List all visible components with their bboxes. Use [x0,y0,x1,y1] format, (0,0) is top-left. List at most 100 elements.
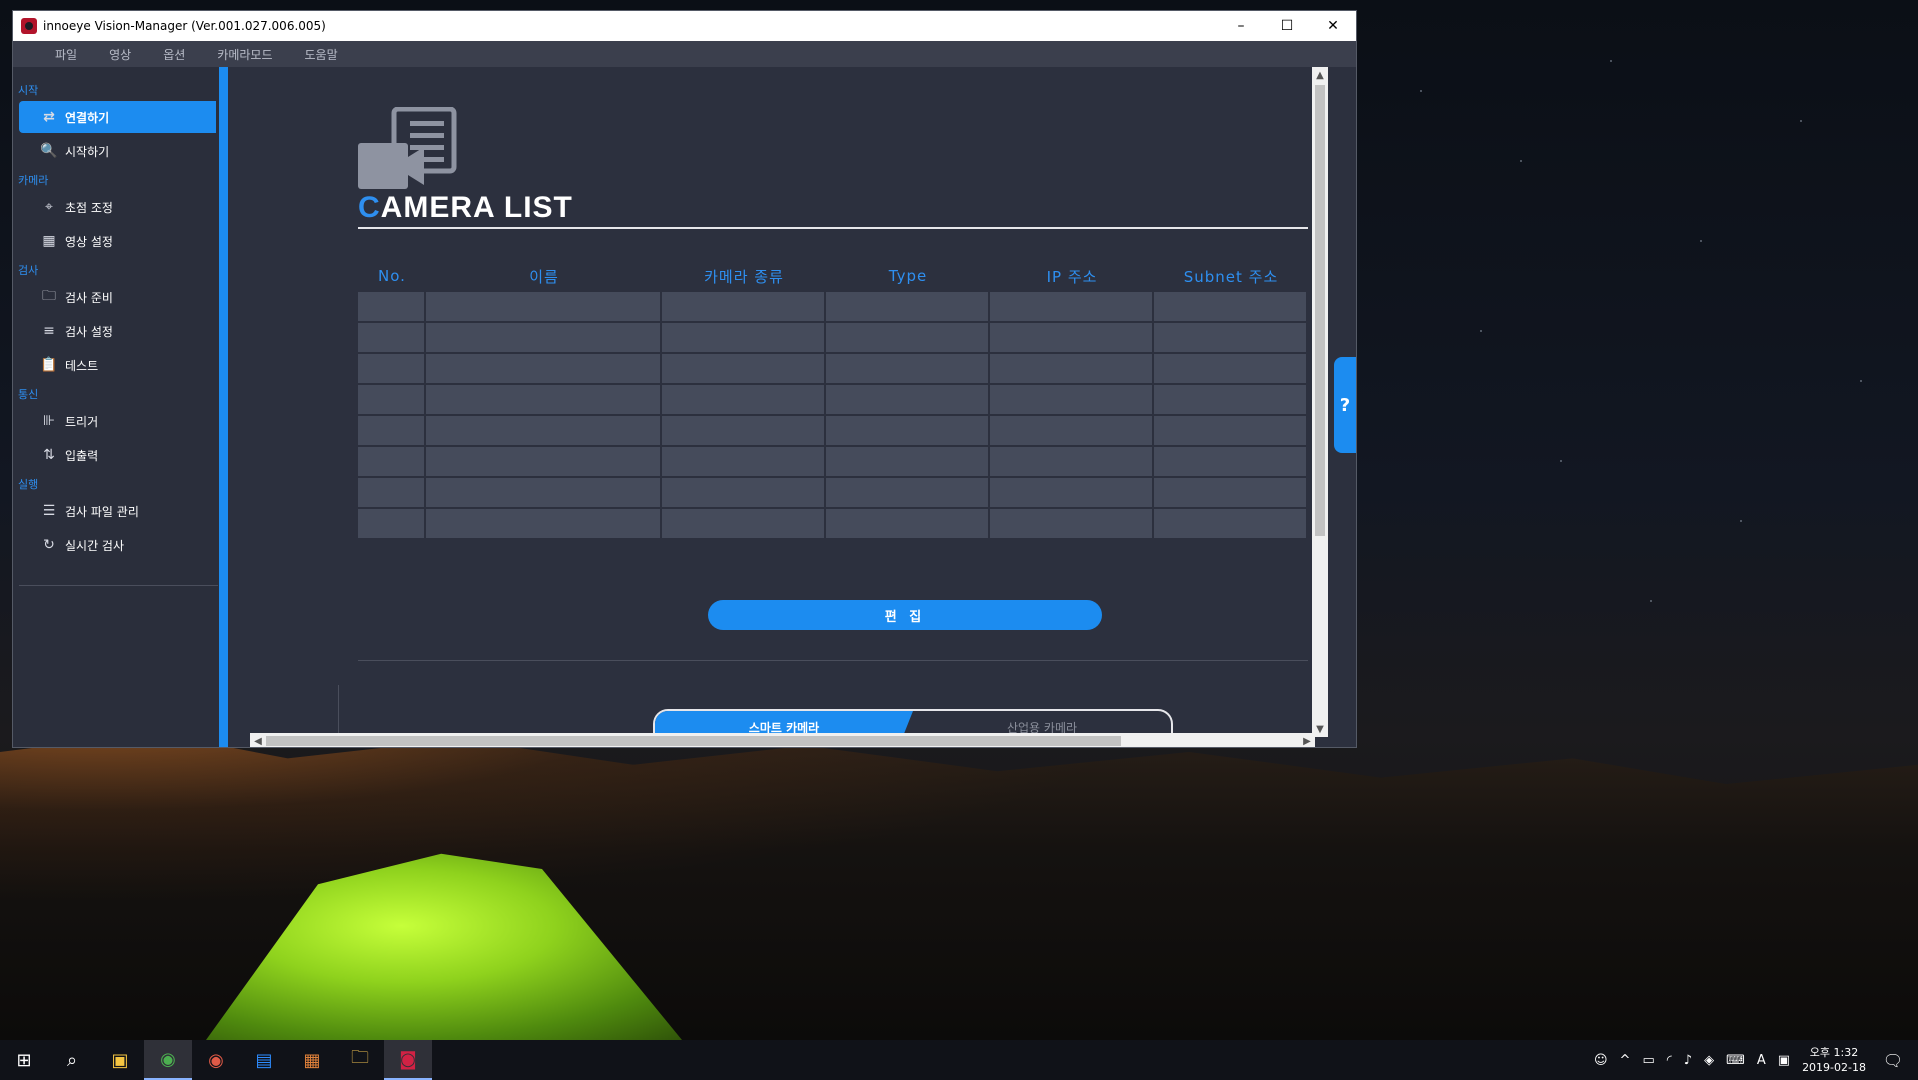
vertical-scrollbar[interactable]: ▲ ▼ [1312,67,1328,737]
table-row[interactable] [358,447,1308,478]
nav-label: 시작하기 [65,144,110,159]
notification-center-icon[interactable]: 🗨 [1878,1051,1908,1070]
menu-file[interactable]: 파일 [43,46,97,63]
folder-icon: 🗀 [42,288,56,304]
table-cell [1154,385,1308,416]
office-icon[interactable]: ▦ [288,1040,336,1080]
vision-manager-taskbar-icon[interactable]: ◙ [384,1040,432,1080]
title-bar[interactable]: innoeye Vision-Manager (Ver.001.027.006.… [13,11,1356,41]
nav-trigger[interactable]: ⊪ 트리거 [19,405,216,437]
connect-arrows-icon: ⇄ [43,109,55,125]
trello-icon[interactable]: ▤ [240,1040,288,1080]
dropbox-icon[interactable]: ◈ [1704,1053,1714,1068]
column-header-type: Type [888,267,928,285]
nav-label: 트리거 [65,414,99,429]
page-title: CAMERA LIST [358,191,573,224]
chrome-icon[interactable]: ◉ [144,1040,192,1080]
table-cell [358,416,426,447]
table-row[interactable] [358,416,1308,447]
volume-icon[interactable]: ♪ [1684,1053,1692,1068]
close-button[interactable]: ✕ [1310,11,1356,41]
ime-mode-icon[interactable]: ▣ [1778,1053,1790,1068]
io-icon: ⇅ [43,447,55,463]
horizontal-scrollbar[interactable]: ◀ ▶ [250,733,1315,747]
sidebar-divider [19,585,218,586]
chevron-up-icon[interactable]: ^ [1620,1053,1631,1068]
table-cell [662,509,826,540]
horizontal-scroll-thumb[interactable] [266,736,1121,746]
trigger-icon: ⊪ [42,413,56,429]
table-cell [426,416,662,447]
nav-label: 검사 설정 [65,324,113,339]
table-header: No. 이름 카메라 종류 Type IP 주소 Subnet 주소 [358,260,1308,292]
table-row[interactable] [358,323,1308,354]
table-cell [358,323,426,354]
list-icon: ☰ [42,503,56,519]
scroll-right-icon[interactable]: ▶ [1299,733,1315,747]
column-header-subnet: Subnet 주소 [1183,267,1279,286]
table-row[interactable] [358,509,1308,540]
nav-focus-adjust[interactable]: ⌖ 초점 조정 [19,191,216,223]
windows-start-icon[interactable]: ⊞ [0,1040,48,1080]
table-cell [1154,478,1308,509]
nav-image-settings[interactable]: ▦ 영상 설정 [19,225,216,257]
section-divider [358,660,1308,661]
nav-getting-started[interactable]: 🔍 시작하기 [19,135,216,167]
menu-video[interactable]: 영상 [97,46,151,63]
vertical-scroll-thumb[interactable] [1315,85,1325,536]
nav-inspection-prep[interactable]: 🗀 검사 준비 [19,281,216,313]
chrome-dev-icon[interactable]: ◉ [192,1040,240,1080]
table-cell [826,478,990,509]
nav-label: 실시간 검사 [65,538,125,553]
section-label-run: 실행 [18,478,39,491]
search-icon[interactable]: ⌕ [48,1040,96,1080]
clock[interactable]: 오후 1:32 2019-02-18 [1802,1045,1866,1075]
table-cell [990,292,1154,323]
nav-label: 검사 준비 [65,290,113,305]
table-cell [358,447,426,478]
scroll-up-icon[interactable]: ▲ [1312,67,1328,83]
nav-realtime-inspection[interactable]: ↻ 실시간 검사 [19,529,216,561]
nav-label: 영상 설정 [65,234,113,249]
edit-button[interactable]: 편 집 [708,600,1102,630]
nav-inspection-settings[interactable]: ≡ 검사 설정 [19,315,216,347]
table-row[interactable] [358,292,1308,323]
nav-io[interactable]: ⇅ 입출력 [19,439,216,471]
nav-label: 초점 조정 [65,200,113,215]
table-row[interactable] [358,385,1308,416]
people-icon[interactable]: ☺ [1594,1053,1608,1068]
sidebar: ◀ 시작 ⇄ 연결하기 🔍 시작하기 카메라 ⌖ 초점 조정 ▦ 영상 설정 검… [13,67,246,747]
network-icon[interactable]: ◜ [1667,1053,1672,1068]
menu-options[interactable]: 옵션 [151,46,205,63]
clipboard-icon: 📋 [40,357,58,373]
section-label-start: 시작 [18,84,39,97]
main-content: CAMERA LIST No. 이름 카메라 종류 Type IP 주소 Sub… [228,67,1356,747]
column-header-ip: IP 주소 [1046,267,1098,286]
app-logo-icon [21,18,37,34]
table-row[interactable] [358,354,1308,385]
column-header-camera-kind: 카메라 종류 [704,267,784,286]
table-cell [426,509,662,540]
help-button[interactable]: ? [1334,357,1356,453]
table-row[interactable] [358,478,1308,509]
table-cell [1154,416,1308,447]
ime-indicator[interactable]: A [1757,1053,1766,1068]
battery-icon[interactable]: ▭ [1642,1053,1654,1068]
menu-help[interactable]: 도움말 [292,46,357,63]
table-cell [426,323,662,354]
nav-inspection-file-management[interactable]: ☰ 검사 파일 관리 [19,495,216,527]
menu-camera-mode[interactable]: 카메라모드 [205,46,292,63]
keyboard-icon[interactable]: ⌨ [1726,1053,1745,1068]
table-cell [826,323,990,354]
maximize-button[interactable]: ☐ [1264,11,1310,41]
table-cell [1154,292,1308,323]
minimize-button[interactable]: – [1218,11,1264,41]
sidebar-edge [219,67,228,747]
nav-test[interactable]: 📋 테스트 [19,349,216,381]
table-cell [358,354,426,385]
outlook-icon[interactable]: ▣ [96,1040,144,1080]
scroll-left-icon[interactable]: ◀ [250,733,266,747]
file-explorer-icon[interactable]: 🗀 [336,1040,384,1080]
nav-connect[interactable]: ⇄ 연결하기 [19,101,216,133]
table-body [358,292,1308,540]
